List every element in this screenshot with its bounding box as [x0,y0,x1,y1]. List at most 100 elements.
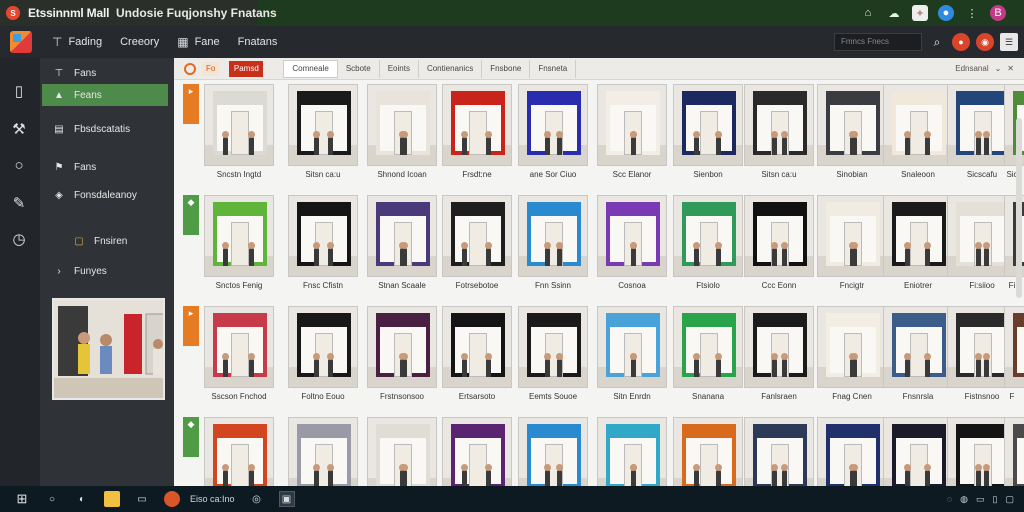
taskbar-label[interactable]: Eiso ca:Ino [190,494,235,504]
tab-scbote[interactable]: Scbote [338,59,380,78]
store-card[interactable]: Sscson Fnchod [204,306,274,401]
store-card[interactable]: Stnan Scaale [367,195,437,290]
folder-icon[interactable] [104,491,120,507]
storefront-image [883,195,953,277]
notification-center-icon[interactable]: ▢ [1005,494,1014,505]
storefront-image [744,84,814,166]
sidebar-item-fonsdaleanoy[interactable]: ◈ Fonsdaleanoy [42,184,168,206]
chevron-down-icon[interactable]: ⌄ [995,64,1002,73]
cloud-icon[interactable]: ☁ [886,5,902,21]
store-card[interactable]: Fnn Ssinn [518,195,588,290]
store-card[interactable]: Foltno Eouo [288,306,358,401]
store-card[interactable]: Scc Elanor [597,84,667,179]
menu-item-fnatans[interactable]: Fnatans [238,36,278,48]
sidebar-item-fbsdscatatis[interactable]: ▤ Fbsdscatatis [42,118,168,140]
clock-icon[interactable]: ◷ [10,230,28,248]
store-card[interactable]: Sncstn Ingtd [204,84,274,179]
store-caption: Stnan Scaale [378,281,426,290]
store-card[interactable]: Fncigtr [817,195,887,290]
home-icon[interactable]: ⌂ [860,5,876,21]
active-app-icon[interactable]: ▣ [278,491,295,507]
store-caption: Sienbon [693,170,723,179]
list-view-icon[interactable]: ☰ [1000,33,1018,51]
store-card[interactable]: Frstnsonsoo [367,306,437,401]
store-card[interactable]: Fnsc Cfistn [288,195,358,290]
store-card[interactable]: Sitsn ca:u [288,84,358,179]
store-card[interactable]: Sinobian [817,84,887,179]
sidebar: ⊤ Fans ▲ Feans ▤ Fbsdscatatis ⚑ Fans ◈ F… [40,58,174,486]
app-icon[interactable] [164,491,180,507]
store-card[interactable]: Shnond Icoan [367,84,437,179]
store-card[interactable]: ane Sor Ciuo [518,84,588,179]
store-caption: Frstnsonsoo [379,392,425,401]
filter-badge[interactable]: Fo [202,61,220,76]
store-card[interactable]: Eniotrer [883,195,953,290]
store-card[interactable]: Fanlsraen [744,306,814,401]
paint-icon[interactable]: ◎ [249,491,265,507]
display-icon[interactable]: ▭ [976,494,985,505]
battery-icon[interactable]: ▯ [993,494,998,505]
camera-icon[interactable]: ◉ [976,33,994,51]
store-card[interactable]: F [1004,306,1024,401]
windows-start-icon[interactable]: ⊞ [14,491,30,507]
sidebar-item-label: Fans [74,67,97,79]
search-icon[interactable]: ⌕ [928,33,946,51]
preview-thumbnail[interactable] [52,298,165,400]
tab-fnsneta[interactable]: Fnsneta [530,59,577,78]
account-icon[interactable]: ● [938,5,954,21]
menu-item-fane[interactable]: ▦ Fane [177,35,219,49]
menu-label: Fading [68,36,103,48]
close-icon[interactable]: ✕ [1007,64,1014,73]
pen-icon[interactable]: ✎ [10,194,28,212]
store-card[interactable]: Sitsn ca:u [744,84,814,179]
store-card[interactable]: Ccc Eonn [744,195,814,290]
wrench-icon[interactable]: ⚒ [10,120,28,138]
sidebar-item-feans[interactable]: ▲ Feans [42,84,168,106]
sidebar-item-fans-2[interactable]: ⚑ Fans [42,156,168,178]
circle-icon[interactable]: ○ [10,156,28,174]
store-card[interactable]: Eemts Souoe [518,306,588,401]
store-card[interactable]: Snaleoon [883,84,953,179]
extension-icon[interactable]: ✦ [912,5,928,21]
menu-item-fading[interactable]: ⊤ Fading [52,35,102,49]
network-icon[interactable]: ◌ [947,494,952,504]
sidebar-item-fnsiren[interactable]: ▢ Fnsiren [42,230,168,252]
menu-item-creeory[interactable]: Creeory [120,36,159,48]
search-input[interactable]: Fmncs Fnecs [834,33,922,51]
store-caption: Eemts Souoe [528,392,578,401]
terminal-icon[interactable]: ▭ [134,491,150,507]
store-card[interactable]: Sitn Enrdn [597,306,667,401]
view-label[interactable]: Ednsanal [955,64,988,73]
search-icon[interactable]: ○ [44,491,60,507]
sidebar-item-funyes[interactable]: › Funyes [42,260,168,282]
refresh-icon[interactable] [184,62,196,75]
top-menu: ⊤ Fading Creeory ▦ Fane Fnatans [52,35,277,49]
scrollbar[interactable] [1016,118,1022,298]
storefront-image [204,306,274,388]
store-card[interactable]: Fotrsebotoe [442,195,512,290]
tab-comneale[interactable]: Comneale [283,59,338,78]
volume-icon[interactable]: ◍ [960,494,968,505]
more-icon[interactable]: ⋮ [964,5,980,21]
tab-contienanics[interactable]: Contienanics [419,59,483,78]
tab-eoints[interactable]: Eoints [380,59,419,78]
tab-fnsbone[interactable]: Fnsbone [482,59,531,78]
storefront-image [204,84,274,166]
store-card[interactable]: Snctos Fenig [204,195,274,290]
store-card[interactable]: Sienbon [673,84,743,179]
notification-icon[interactable]: ● [952,33,970,51]
store-card[interactable]: Cosnoa [597,195,667,290]
storefront-image [367,84,437,166]
document-icon[interactable]: ▯ [10,82,28,100]
store-card[interactable]: Ftsiolo [673,195,743,290]
browser-icon[interactable]: ◐ [74,491,90,507]
store-card[interactable]: Fnag Cnen [817,306,887,401]
store-card[interactable]: Snanana [673,306,743,401]
store-caption: Ftsiolo [696,281,720,290]
store-card[interactable]: Fnsnrsla [883,306,953,401]
sidebar-item-fans[interactable]: ⊤ Fans [42,62,168,84]
profile-icon[interactable]: B [990,5,1006,21]
store-card[interactable]: Frsdt:ne [442,84,512,179]
primary-button[interactable]: Pamsd [229,60,264,77]
store-card[interactable]: Ertsarsoto [442,306,512,401]
